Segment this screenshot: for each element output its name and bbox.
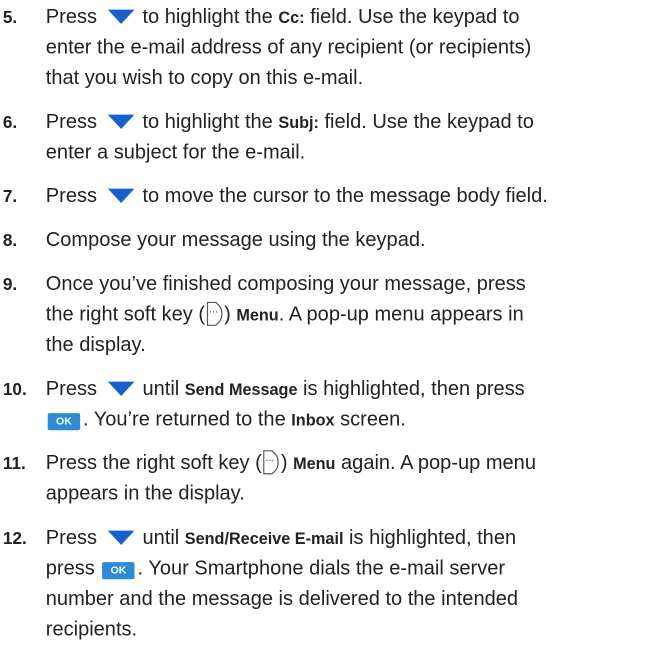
step-number: 6. (2, 112, 18, 132)
step-number: 7. (2, 187, 18, 207)
ok-key-icon: OK (47, 413, 81, 431)
down-arrow-icon (107, 188, 135, 204)
step-text: Once you’ve finished composing your mess… (45, 272, 526, 356)
right-soft-key-icon: ··· (206, 301, 223, 326)
manual-page: 5. Press to highlight the Cc: field. Use… (0, 0, 650, 649)
down-arrow-icon (107, 381, 135, 396)
step-text: Press to highlight the Cc: field. Use th… (45, 5, 532, 89)
ok-key-icon: OK (102, 561, 135, 580)
step-number: 8. (2, 230, 18, 251)
step-number: 12. (2, 528, 27, 548)
step-text: Press until Send Message is highlighted,… (45, 377, 525, 431)
step-number: 9. (2, 274, 18, 294)
step-text: Press to move the cursor to the message … (45, 185, 548, 208)
step-number: 5. (2, 7, 18, 27)
svg-text:···: ··· (209, 308, 218, 319)
step-number: 10. (2, 379, 27, 399)
down-arrow-icon (107, 530, 135, 545)
step-text: Press until Send/Receive E-mail is highl… (45, 526, 519, 641)
right-soft-key-icon: ··· (263, 450, 280, 475)
down-arrow-icon (107, 114, 135, 129)
step-text: Press to highlight the Subj: field. Use … (45, 110, 534, 164)
down-arrow-icon (107, 9, 135, 24)
step-number: 11. (2, 454, 26, 474)
svg-text:···: ··· (266, 457, 275, 468)
step-text: Compose your message using the keypad. (45, 229, 426, 251)
step-text: Press the right soft key (···) Menu agai… (45, 450, 536, 505)
